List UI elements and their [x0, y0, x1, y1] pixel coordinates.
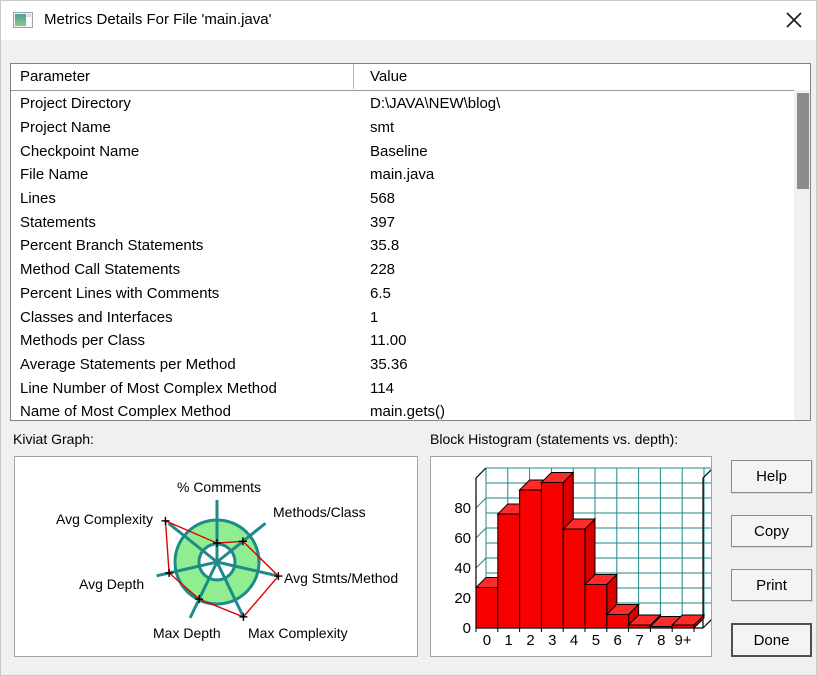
x-tick-label: 1: [505, 632, 513, 649]
value-cell: 11.00: [370, 332, 407, 350]
kiviat-axis-label: % Comments: [177, 479, 261, 495]
table-row[interactable]: Average Statements per Method 35.36: [11, 353, 793, 377]
table-row[interactable]: Methods per Class 11.00: [11, 329, 793, 353]
param-cell: Percent Lines with Comments: [20, 284, 220, 302]
table-row[interactable]: Project Directory D:\JAVA\NEW\blog\: [11, 92, 793, 116]
x-tick-label: 0: [483, 632, 491, 649]
kiviat-graph-label: Kiviat Graph:: [13, 431, 94, 447]
window-title: Metrics Details For File 'main.java': [44, 11, 272, 28]
value-cell: D:\JAVA\NEW\blog\: [370, 95, 501, 113]
param-cell: Checkpoint Name: [20, 142, 140, 160]
param-cell: Percent Branch Statements: [20, 237, 204, 255]
kiviat-axis-label: Max Depth: [153, 625, 221, 641]
y-tick-label: 20: [454, 590, 471, 607]
y-tick-label: 0: [463, 620, 471, 637]
x-tick-label: 2: [526, 632, 534, 649]
histogram-bar: [497, 513, 521, 629]
histogram-bar: [519, 489, 542, 629]
block-histogram-label: Block Histogram (statements vs. depth):: [430, 431, 679, 447]
param-cell: Statements: [20, 213, 96, 231]
y-tick-label: 80: [454, 500, 471, 517]
value-cell: smt: [370, 119, 395, 137]
kiviat-axis-label: Avg Depth: [79, 576, 144, 592]
param-cell: Name of Most Complex Method: [20, 403, 231, 420]
table-row[interactable]: Percent Branch Statements 35.8: [11, 234, 793, 258]
kiviat-graph-panel: % Comments Methods/Class Avg Stmts/Method M…: [14, 456, 418, 657]
histogram-bar: [562, 528, 586, 629]
kiviat-axis-label: Methods/Class: [273, 504, 366, 520]
value-cell: 568: [370, 190, 396, 208]
table-row[interactable]: Line Number of Most Complex Method 114: [11, 376, 793, 400]
metrics-table: Parameter Value Project Directory D:\JAVA…: [10, 63, 811, 421]
table-row[interactable]: Project Name smt: [11, 116, 793, 140]
value-cell: main.java: [370, 166, 435, 184]
scrollbar-thumb[interactable]: [797, 93, 809, 189]
table-row[interactable]: Classes and Interfaces 1: [11, 305, 793, 329]
histogram-bar: [628, 624, 651, 629]
value-cell: 6.5: [370, 284, 391, 302]
help-button[interactable]: Help: [731, 460, 812, 493]
done-button[interactable]: Done: [731, 623, 812, 657]
titlebar: Metrics Details For File 'main.java': [0, 0, 817, 40]
x-tick-label: 4: [570, 632, 578, 649]
x-tick-label: 6: [614, 632, 622, 649]
histogram-bar: [540, 482, 564, 629]
value-cell: 35.8: [370, 237, 400, 255]
kiviat-graph: % Comments Methods/Class Avg Stmts/Method M…: [56, 479, 398, 641]
header-cell-value[interactable]: Value: [358, 64, 810, 89]
histogram-bar: [671, 624, 695, 629]
table-row[interactable]: Statements 397: [11, 210, 793, 234]
histogram-bar: [475, 587, 499, 629]
table-row[interactable]: Lines 568: [11, 187, 793, 211]
table-header: Parameter Value: [11, 64, 810, 91]
table-row[interactable]: File Name main.java: [11, 163, 793, 187]
app-icon: [13, 12, 33, 28]
table-row[interactable]: Method Call Statements 228: [11, 258, 793, 282]
x-tick-label: 5: [592, 632, 600, 649]
table-row[interactable]: Percent Lines with Comments 6.5: [11, 282, 793, 306]
param-cell: Method Call Statements: [20, 261, 181, 279]
histogram-bar: [584, 584, 608, 629]
copy-button[interactable]: Copy: [731, 515, 812, 547]
kiviat-axis-label: Avg Complexity: [56, 511, 153, 527]
header-cell-parameter[interactable]: Parameter: [11, 64, 354, 89]
param-cell: Average Statements per Method: [20, 355, 236, 373]
histogram-bar: [606, 614, 630, 629]
kiviat-axis-label: Avg Stmts/Method: [284, 570, 398, 586]
param-cell: Project Directory: [20, 95, 131, 113]
x-tick-label: 7: [635, 632, 643, 649]
param-cell: File Name: [20, 166, 89, 184]
x-tick-label: 9+: [675, 632, 692, 649]
kiviat-axis-label: Max Complexity: [248, 625, 348, 641]
value-cell: Baseline: [370, 142, 428, 160]
value-cell: 114: [370, 379, 394, 397]
value-cell: 397: [370, 213, 396, 231]
y-tick-label: 60: [454, 530, 471, 547]
print-button[interactable]: Print: [731, 569, 812, 601]
param-cell: Classes and Interfaces: [20, 308, 173, 326]
table-body: Project Directory D:\JAVA\NEW\blog\ Projec…: [11, 90, 793, 420]
value-cell: main.gets(): [370, 403, 446, 420]
value-cell: 228: [370, 261, 396, 279]
close-icon[interactable]: [785, 11, 803, 29]
table-row[interactable]: Name of Most Complex Method main.gets(): [11, 400, 793, 420]
param-cell: Line Number of Most Complex Method: [20, 379, 277, 397]
value-cell: 35.36: [370, 355, 408, 373]
block-histogram-panel: 0 20 40 60 80 0 1 2 3 4 5 6 7 8 9+: [430, 456, 712, 657]
x-tick-label: 8: [657, 632, 665, 649]
histogram-bar: [649, 626, 673, 629]
table-row[interactable]: Checkpoint Name Baseline: [11, 139, 793, 163]
x-tick-label: 3: [548, 632, 556, 649]
param-cell: Methods per Class: [20, 332, 146, 350]
table-scrollbar[interactable]: [794, 90, 810, 420]
value-cell: 1: [370, 308, 379, 326]
param-cell: Project Name: [20, 119, 111, 137]
param-cell: Lines: [20, 190, 56, 208]
y-tick-label: 40: [454, 560, 471, 577]
block-histogram: 0204060800 1 2 3 4 5 6 7 8 9+: [454, 467, 711, 649]
